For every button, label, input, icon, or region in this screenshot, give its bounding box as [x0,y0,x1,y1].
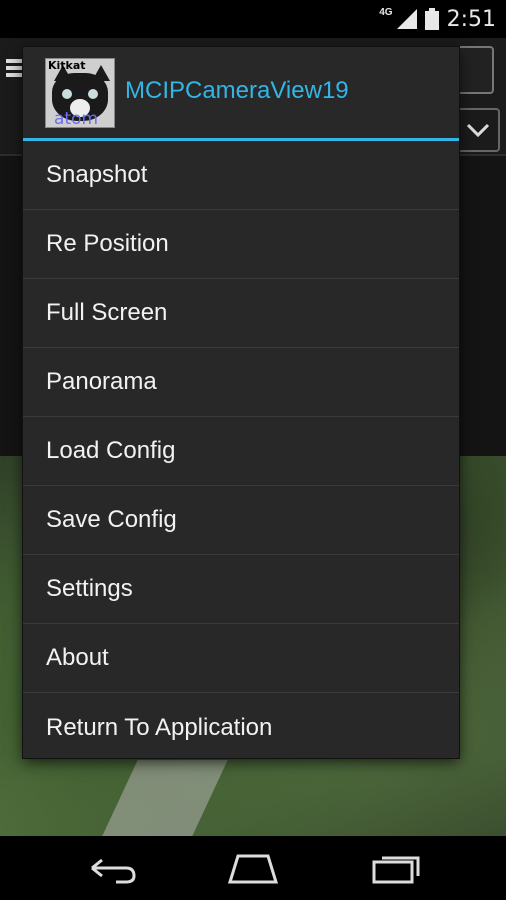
recents-button[interactable] [370,850,424,886]
status-icons: 4G 2:51 [379,0,496,38]
cat-eye-left [62,89,72,99]
battery-icon [424,8,439,30]
app-icon: Kitkat atom [45,58,115,128]
clock: 2:51 [446,6,496,32]
menu-header: Kitkat atom MCIPCameraView19 [23,47,459,141]
menu-item-full-screen[interactable]: Full Screen [23,279,459,348]
menu-item-load-config[interactable]: Load Config [23,417,459,486]
menu-item-panorama[interactable]: Panorama [23,348,459,417]
app-name: MCIPCameraView19 [125,77,349,104]
network-type: 4G [379,6,393,18]
chevron-down-icon[interactable] [456,108,500,152]
cat-eye-right [88,89,98,99]
icon-text-top: Kitkat [48,59,86,72]
menu-item-snapshot[interactable]: Snapshot [23,141,459,210]
menu-item-re-position[interactable]: Re Position [23,210,459,279]
home-button[interactable] [226,850,280,886]
home-icon [227,854,279,884]
signal-icon [396,9,417,29]
menu-item-about[interactable]: About [23,624,459,693]
back-button[interactable] [86,850,140,886]
navigation-bar [0,836,506,900]
back-icon [91,858,136,884]
status-bar: 4G 2:51 [0,0,506,38]
icon-text-bottom: atom [54,109,99,128]
menu-item-return-to-application[interactable]: Return To Application [23,693,459,762]
menu-item-settings[interactable]: Settings [23,555,459,624]
menu-item-save-config[interactable]: Save Config [23,486,459,555]
recents-icon [372,856,420,884]
options-menu: Kitkat atom MCIPCameraView19 Snapshot Re… [23,47,459,758]
